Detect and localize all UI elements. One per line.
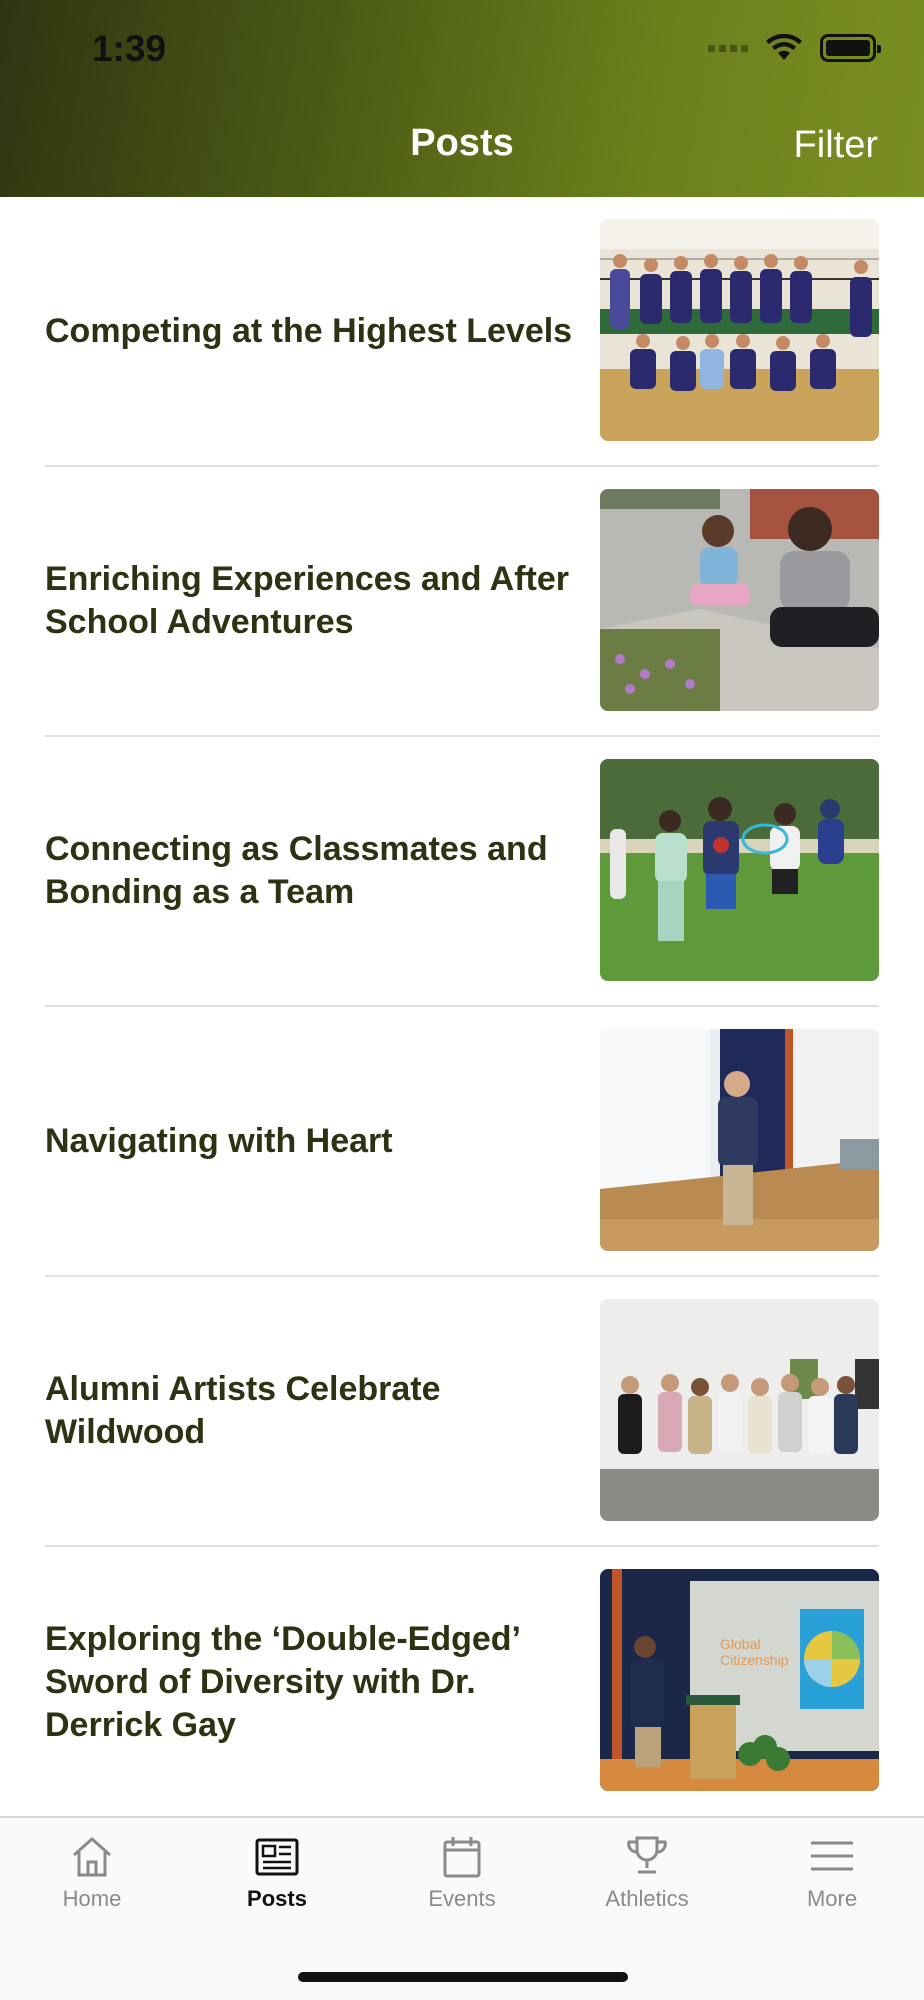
post-item[interactable]: Navigating with Heart <box>45 1007 879 1277</box>
battery-icon <box>820 34 881 62</box>
newspaper-icon <box>255 1838 299 1876</box>
post-thumbnail: Global Citizenship <box>600 1569 879 1791</box>
tab-posts[interactable]: Posts <box>185 1832 369 1912</box>
svg-text:Citizenship: Citizenship <box>720 1652 789 1668</box>
post-item[interactable]: Connecting as Classmates and Bonding as … <box>45 737 879 1007</box>
tab-label: More <box>806 1886 858 1911</box>
post-title: Exploring the ‘Double-Edged’ Sword of Di… <box>45 1619 520 1744</box>
svg-text:Global: Global <box>720 1636 760 1652</box>
status-time: 1:39 <box>92 28 167 69</box>
post-title: Competing at the Highest Levels <box>45 311 573 350</box>
post-title: Navigating with Heart <box>45 1121 393 1160</box>
home-icon <box>73 1837 111 1877</box>
status-icons <box>708 34 881 62</box>
page-title: Posts <box>410 122 514 164</box>
post-title: Alumni Artists Celebrate Wildwood <box>45 1370 441 1451</box>
calendar-icon <box>443 1837 481 1878</box>
filter-button[interactable]: Filter <box>794 124 878 167</box>
post-thumbnail <box>600 489 879 711</box>
post-item[interactable]: Alumni Artists Celebrate Wildwood <box>45 1277 879 1547</box>
tab-label: Home <box>62 1886 122 1911</box>
cellular-signal-icon <box>708 44 748 52</box>
post-title: Enriching Experiences and After School A… <box>45 560 569 641</box>
trophy-icon <box>627 1836 667 1874</box>
tab-label: Posts <box>247 1886 307 1911</box>
top-header: 1:39 Posts Filter <box>0 0 924 197</box>
tab-athletics[interactable]: Athletics <box>555 1832 739 1912</box>
post-thumbnail <box>600 219 879 441</box>
wifi-icon <box>766 34 802 60</box>
tab-home[interactable]: Home <box>0 1832 184 1912</box>
tab-more[interactable]: More <box>740 1832 924 1912</box>
menu-icon <box>811 1841 853 1871</box>
tab-label: Events <box>428 1886 496 1911</box>
post-thumbnail <box>600 1299 879 1521</box>
post-item[interactable]: Exploring the ‘Double-Edged’ Sword of Di… <box>45 1547 879 1817</box>
post-title: Connecting as Classmates and Bonding as … <box>45 830 548 911</box>
post-item[interactable]: Enriching Experiences and After School A… <box>45 467 879 737</box>
post-item[interactable]: Competing at the Highest Levels <box>45 197 879 467</box>
tab-events[interactable]: Events <box>370 1832 554 1912</box>
post-thumbnail <box>600 759 879 981</box>
post-thumbnail <box>600 1029 879 1251</box>
home-indicator <box>298 1972 628 1982</box>
tab-label: Athletics <box>605 1886 689 1911</box>
